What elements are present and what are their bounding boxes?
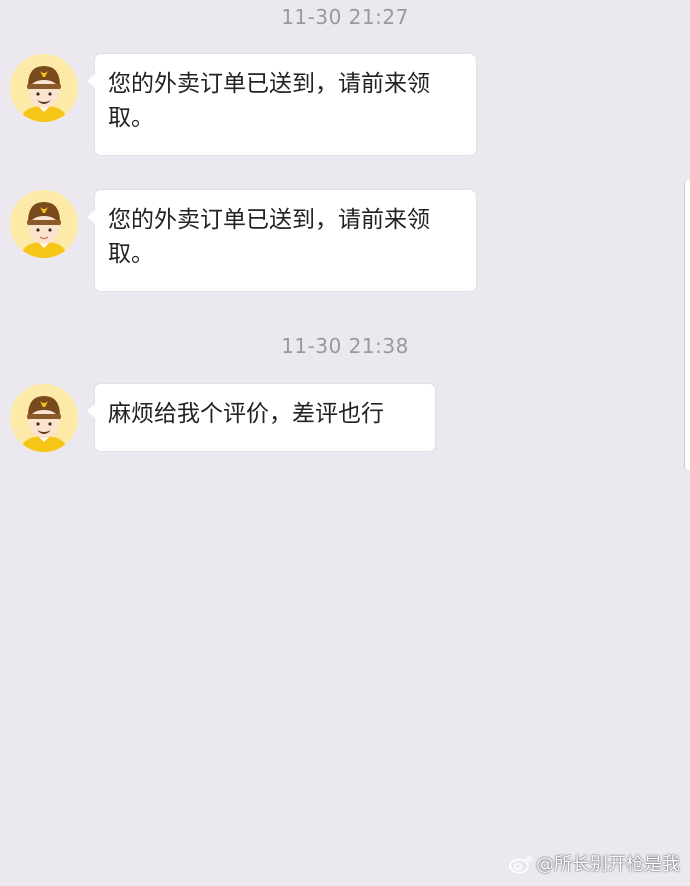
weibo-logo-icon bbox=[509, 855, 532, 874]
timestamp: 11-30 21:38 bbox=[281, 334, 409, 358]
courier-avatar-icon bbox=[10, 384, 78, 452]
courier-avatar[interactable] bbox=[10, 190, 78, 258]
timestamp: 11-30 21:27 bbox=[281, 5, 409, 29]
scrollbar[interactable] bbox=[684, 180, 690, 470]
chat-message-list[interactable]: 11-30 21:27 您的外卖订单已送到，请前来领取。 您的外卖订单已送到，请… bbox=[0, 0, 690, 886]
courier-avatar[interactable] bbox=[10, 384, 78, 452]
message-bubble[interactable]: 您的外卖订单已送到，请前来领取。 bbox=[87, 54, 476, 155]
message-bubble[interactable]: 您的外卖订单已送到，请前来领取。 bbox=[87, 190, 476, 291]
courier-avatar-icon bbox=[10, 190, 78, 258]
message-bubble[interactable]: 麻烦给我个评价，差评也行 bbox=[87, 384, 435, 451]
courier-avatar[interactable] bbox=[10, 54, 78, 122]
watermark: @所长别开枪是我 bbox=[508, 850, 680, 876]
courier-avatar-icon bbox=[10, 54, 78, 122]
watermark-text: @所长别开枪是我 bbox=[536, 854, 680, 875]
